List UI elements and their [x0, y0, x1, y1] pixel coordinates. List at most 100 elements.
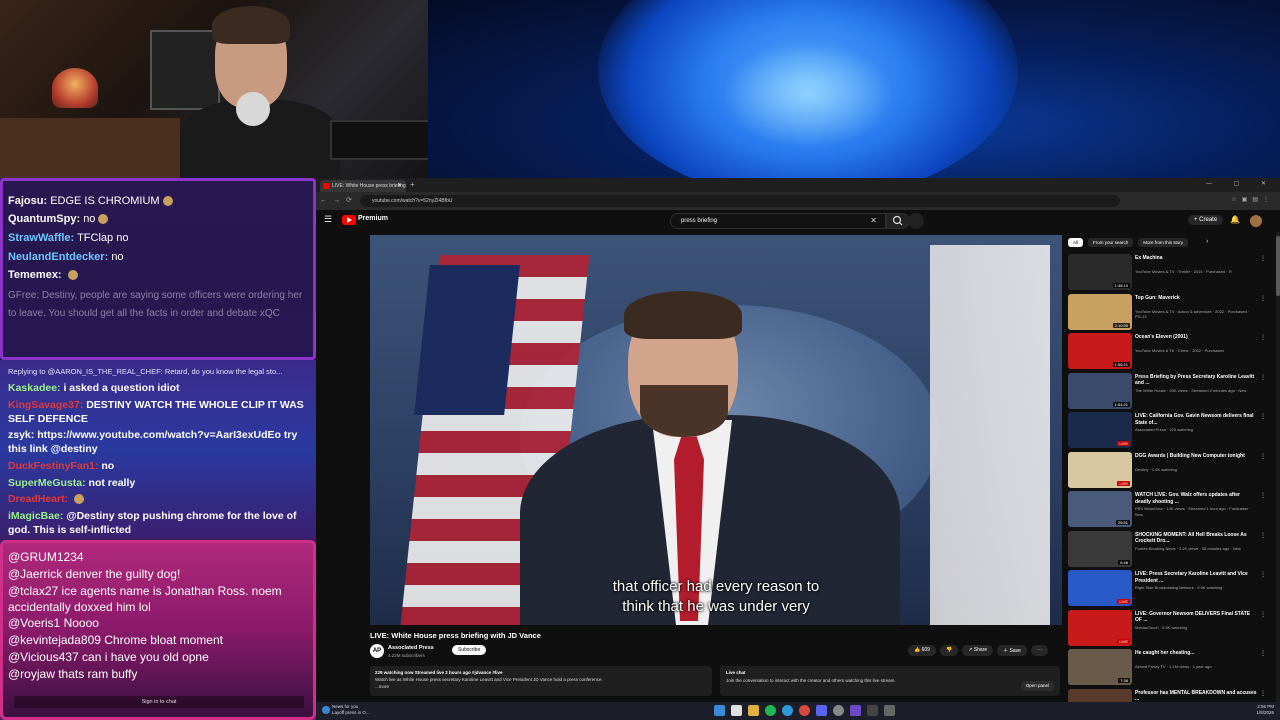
- recommendation-item[interactable]: 7:38 He caught her cheating... Almost Frid…: [1068, 649, 1268, 687]
- recommendation-thumbnail[interactable]: 2:10:55: [1068, 293, 1132, 330]
- youtube-favicon-icon: [323, 183, 329, 189]
- address-bar[interactable]: youtube.com/watch?v=52nyZI4BfbU: [360, 195, 1120, 207]
- recommendation-thumbnail[interactable]: 7:38: [1068, 649, 1132, 685]
- recommendation-thumbnail[interactable]: LIVE: [1068, 570, 1132, 606]
- more-actions-icon[interactable]: ⋯: [1030, 645, 1048, 656]
- recommendation-item[interactable]: LIVE LIVE: Governor Newsom DELIVERS Final…: [1068, 609, 1268, 648]
- recommendation-thumbnail[interactable]: 1:54:21: [1068, 372, 1132, 409]
- start-icon[interactable]: [714, 705, 725, 716]
- video-player[interactable]: that officer had every reason to think t…: [370, 235, 1062, 625]
- chrome-icon[interactable]: [799, 705, 810, 716]
- recommendation-thumbnail[interactable]: 1:48:15: [1068, 254, 1132, 290]
- recommendation-thumbnail[interactable]: LIVE: [1068, 412, 1132, 448]
- dislike-button[interactable]: 👎: [939, 645, 959, 656]
- recommendation-thumbnail[interactable]: 26:51: [1068, 491, 1132, 527]
- recommendation-item[interactable]: 1:54:21 Press Briefing by Press Secretary…: [1068, 372, 1268, 411]
- clear-search-icon[interactable]: ✕: [870, 214, 877, 228]
- channel-name[interactable]: Associated Press: [388, 645, 434, 651]
- menu-icon[interactable]: ☰: [324, 214, 332, 225]
- recommendation-item[interactable]: Professor has MENTAL BREAKDOWN and accus…: [1068, 688, 1268, 703]
- file-explorer-icon[interactable]: [748, 705, 759, 716]
- save-button[interactable]: ＋ Save: [997, 645, 1027, 656]
- more-options-icon[interactable]: ⋮: [1260, 453, 1266, 460]
- youtube-brand[interactable]: Premium: [358, 215, 388, 222]
- close-tab-icon[interactable]: ✕: [397, 180, 402, 192]
- more-options-icon[interactable]: ⋮: [1260, 492, 1266, 499]
- recommendation-title[interactable]: Top Gun: Maverick: [1135, 295, 1257, 302]
- description-more-link[interactable]: ...more: [375, 683, 707, 690]
- browser-tab[interactable]: LIVE: White House press briefing ✕: [320, 180, 406, 192]
- avatar[interactable]: [1250, 215, 1262, 227]
- recommendation-item[interactable]: LIVE LIVE: California Gov. Gavin Newsom d…: [1068, 412, 1268, 450]
- more-options-icon[interactable]: ⋮: [1260, 690, 1266, 697]
- edge-icon[interactable]: [782, 705, 793, 716]
- scrollbar-track[interactable]: [1276, 232, 1280, 702]
- more-options-icon[interactable]: ⋮: [1260, 571, 1266, 578]
- description-box[interactable]: 229 watching now Streamed live 2 hours a…: [370, 666, 712, 696]
- recommendation-item[interactable]: LIVE LIVE: Press Secretary Karoline Leavi…: [1068, 570, 1268, 608]
- more-options-icon[interactable]: ⋮: [1260, 532, 1266, 539]
- chevron-right-icon[interactable]: ›: [1206, 238, 1208, 245]
- more-options-icon[interactable]: ⋮: [1260, 650, 1266, 657]
- like-button[interactable]: 👍 609: [908, 645, 936, 656]
- youtube-logo-icon[interactable]: [342, 215, 356, 225]
- recommendation-title[interactable]: DGG Awards | Building New Computer tonig…: [1135, 453, 1257, 460]
- discord-icon[interactable]: [816, 705, 827, 716]
- app-icon[interactable]: [884, 705, 895, 716]
- recommendation-title[interactable]: Professor has MENTAL BREAKDOWN and accus…: [1135, 690, 1257, 703]
- more-options-icon[interactable]: ⋮: [1260, 255, 1266, 262]
- recommendation-thumbnail[interactable]: [1068, 688, 1132, 702]
- spotify-icon[interactable]: [765, 705, 776, 716]
- duration-badge: 2:10:55: [1112, 322, 1130, 328]
- channel-avatar[interactable]: AP: [370, 644, 384, 658]
- share-button[interactable]: ↗ Share: [962, 645, 994, 656]
- scrollbar-thumb[interactable]: [1276, 236, 1280, 296]
- recommendation-thumbnail[interactable]: LIVE: [1068, 451, 1132, 488]
- app-icon[interactable]: [867, 705, 878, 716]
- voice-search-icon[interactable]: [908, 213, 924, 229]
- sign-in-to-chat-button[interactable]: Sign in to chat: [14, 696, 304, 708]
- subscribe-button[interactable]: Subscribe: [452, 645, 487, 655]
- more-options-icon[interactable]: ⋮: [1260, 611, 1266, 618]
- recommendation-title[interactable]: LIVE: Governor Newsom DELIVERS Final STA…: [1135, 611, 1257, 624]
- new-tab-button[interactable]: +: [410, 180, 415, 190]
- recommendation-title[interactable]: Press Briefing by Press Secretary Karoli…: [1135, 374, 1257, 387]
- recommendation-title[interactable]: LIVE: Press Secretary Karoline Leavitt a…: [1135, 571, 1257, 584]
- recommendation-title[interactable]: Ex Machina: [1135, 255, 1257, 262]
- chip-more-story[interactable]: More from this story: [1138, 238, 1189, 247]
- settings-icon[interactable]: [833, 705, 844, 716]
- search-button[interactable]: [886, 213, 910, 229]
- more-options-icon[interactable]: ⋮: [1260, 413, 1266, 420]
- create-button[interactable]: + Create: [1188, 215, 1224, 225]
- app-icon[interactable]: [850, 705, 861, 716]
- window-controls[interactable]: — ▢ ✕: [1206, 180, 1276, 187]
- recommendation-item[interactable]: LIVE DGG Awards | Building New Computer t…: [1068, 451, 1268, 490]
- recommendation-title[interactable]: He caught her cheating...: [1135, 650, 1257, 657]
- news-widget[interactable]: News for you Layoff press in O...: [322, 704, 370, 716]
- search-input[interactable]: press briefing ✕: [670, 213, 886, 229]
- extension-icons[interactable]: ☆▣▤⋮: [1231, 196, 1274, 203]
- more-options-icon[interactable]: ⋮: [1260, 374, 1266, 381]
- recommendation-title[interactable]: WATCH LIVE: Gov. Walz offers updates aft…: [1135, 492, 1257, 505]
- chip-from-search[interactable]: From your search: [1088, 238, 1134, 247]
- more-options-icon[interactable]: ⋮: [1260, 334, 1266, 341]
- open-panel-button[interactable]: Open panel: [1020, 681, 1054, 691]
- recommendation-title[interactable]: LIVE: California Gov. Gavin Newsom deliv…: [1135, 413, 1257, 426]
- recommendation-item[interactable]: 2:10:55 Top Gun: Maverick YouTube Movies &…: [1068, 293, 1268, 332]
- recommendation-thumbnail[interactable]: LIVE: [1068, 609, 1132, 646]
- recommendation-item[interactable]: 1:56:21 Ocean's Eleven (2001) YouTube Movi…: [1068, 333, 1268, 371]
- task-view-icon[interactable]: [731, 705, 742, 716]
- recommendation-item[interactable]: 26:51 WATCH LIVE: Gov. Walz offers update…: [1068, 491, 1268, 529]
- recommendation-item[interactable]: 1:48:15 Ex Machina YouTube Movies & TV · T…: [1068, 254, 1268, 292]
- nav-buttons[interactable]: ←→⟳: [320, 196, 358, 204]
- recommendation-item[interactable]: 6:48 SHOCKING MOMENT: All Hell Breaks Loo…: [1068, 530, 1268, 569]
- system-clock[interactable]: 2:56 PM 1/8/2026: [1256, 704, 1274, 716]
- recommendation-thumbnail[interactable]: 6:48: [1068, 530, 1132, 567]
- chip-all[interactable]: All: [1068, 238, 1084, 247]
- recommendation-title[interactable]: Ocean's Eleven (2001): [1135, 334, 1257, 341]
- recommendation-title[interactable]: SHOCKING MOMENT: All Hell Breaks Loose A…: [1135, 532, 1257, 545]
- windows-taskbar: News for you Layoff press in O... 2:56 P…: [316, 702, 1280, 720]
- notifications-icon[interactable]: 🔔: [1230, 215, 1240, 224]
- more-options-icon[interactable]: ⋮: [1260, 295, 1266, 302]
- recommendation-thumbnail[interactable]: 1:56:21: [1068, 333, 1132, 369]
